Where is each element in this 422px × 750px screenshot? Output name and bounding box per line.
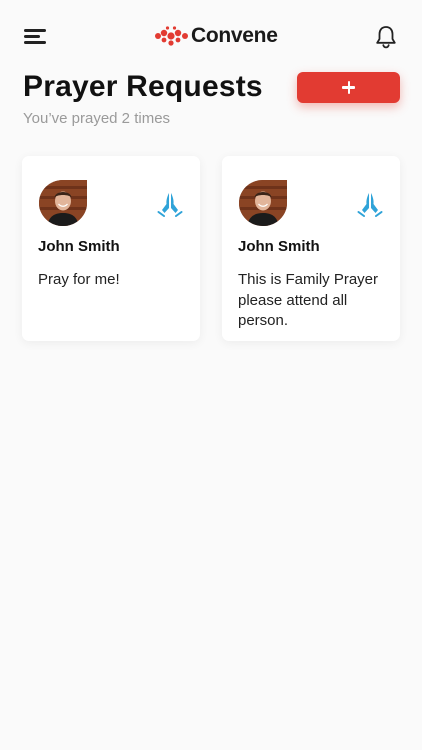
card-request-text: This is Family Prayer please attend all … <box>238 271 379 329</box>
top-bar: Convene <box>0 0 422 72</box>
bell-icon[interactable] <box>374 24 398 50</box>
avatar <box>39 180 87 226</box>
card-author-name: John Smith <box>238 238 320 255</box>
card-request-text: Pray for me! <box>38 271 120 288</box>
card-author-name: John Smith <box>38 238 120 255</box>
add-prayer-request-button[interactable] <box>297 72 400 103</box>
page-title: Prayer Requests <box>23 70 263 103</box>
praying-hands-icon[interactable] <box>357 191 383 217</box>
prayer-request-card[interactable]: John Smith Pray for me! <box>22 156 200 341</box>
convene-logo-icon <box>155 26 188 46</box>
avatar <box>239 180 287 226</box>
prayer-request-card[interactable]: John Smith This is Family Prayer please … <box>222 156 400 341</box>
menu-icon[interactable] <box>24 27 50 45</box>
plus-icon <box>342 81 355 94</box>
logo-text: Convene <box>191 24 278 47</box>
app-logo: Convene <box>154 22 278 50</box>
prayed-count-subtitle: You’ve prayed 2 times <box>23 110 171 127</box>
praying-hands-icon[interactable] <box>157 191 183 217</box>
